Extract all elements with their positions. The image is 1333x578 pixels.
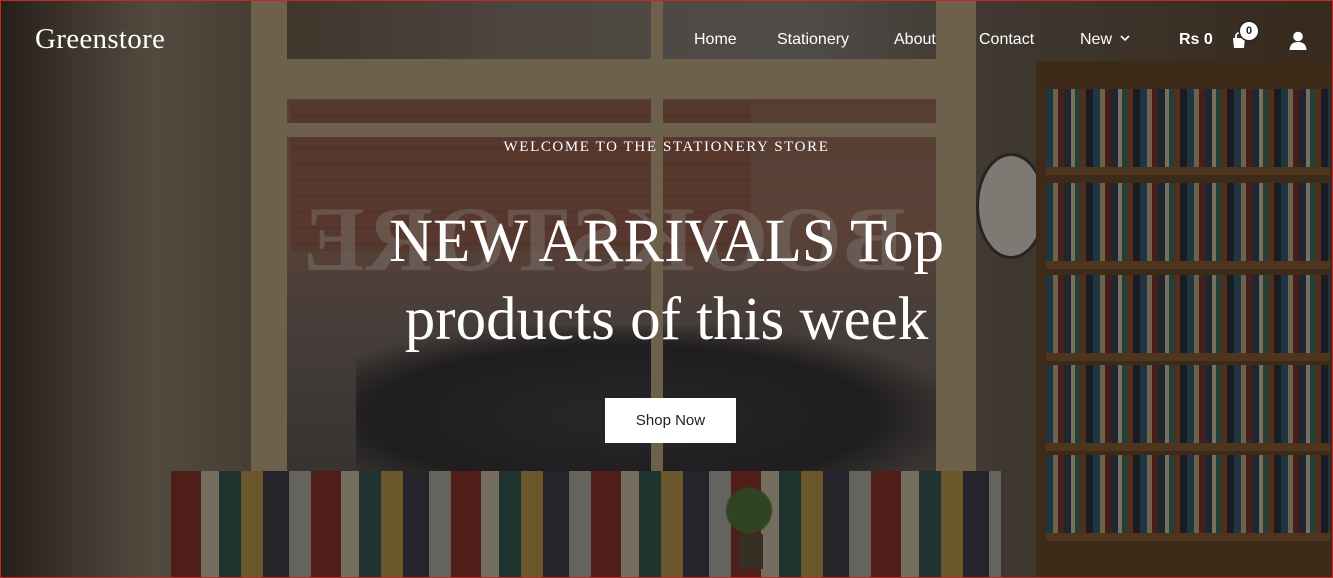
site-header: Greenstore Home Stationery About Contact… — [1, 1, 1332, 81]
nav-link-contact[interactable]: Contact — [979, 31, 1034, 49]
nav-link-about[interactable]: About — [894, 31, 936, 49]
nav-link-home[interactable]: Home — [694, 31, 737, 49]
nav-link-new[interactable]: New — [1080, 31, 1130, 49]
nav-link-new-label: New — [1080, 31, 1113, 48]
shop-now-button[interactable]: Shop Now — [605, 398, 736, 443]
currency-total[interactable]: Rs 0 — [1179, 31, 1213, 49]
site-logo[interactable]: Greenstore — [35, 23, 165, 56]
hero-headline: NEW ARRIVALS Top products of this week — [389, 208, 944, 353]
nav-link-stationery[interactable]: Stationery — [777, 31, 849, 49]
cart-count-badge: 0 — [1240, 22, 1258, 40]
hero-kicker: WELCOME TO THE STATIONERY STORE — [503, 139, 830, 155]
hero-banner: BOOKSTORE Greenstore Home Stationery Abo… — [0, 0, 1333, 578]
chevron-down-icon — [1120, 33, 1130, 45]
user-icon[interactable] — [1288, 30, 1308, 52]
